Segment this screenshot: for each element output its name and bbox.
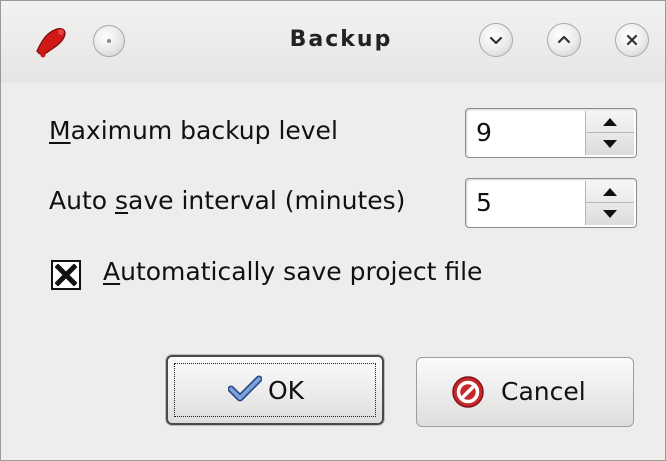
autosave-label-pre: Auto: [49, 186, 115, 215]
max-backup-decrement-button[interactable]: [586, 133, 634, 155]
max-backup-value[interactable]: 9: [476, 118, 492, 147]
cancel-icon: [452, 376, 484, 408]
chevron-down-icon: [489, 36, 503, 45]
max-backup-label: Maximum backup level: [49, 116, 338, 145]
autosave-label-post: ave interval (minutes): [128, 186, 406, 215]
ok-label: OK: [268, 376, 305, 405]
autosave-project-checkbox[interactable]: [51, 260, 81, 290]
chevron-up-icon: [557, 35, 571, 44]
autosave-interval-stepper[interactable]: [585, 181, 634, 225]
autosave-project-label-text: utomatically save project file: [120, 257, 483, 286]
autosave-decrement-button[interactable]: [586, 203, 634, 225]
arrow-down-icon: [603, 140, 617, 148]
ok-button[interactable]: OK: [166, 355, 384, 425]
autosave-project-label[interactable]: Automatically save project file: [103, 257, 482, 286]
autosave-interval-spinbox[interactable]: 5: [465, 178, 637, 228]
minimize-button[interactable]: [479, 23, 513, 57]
close-button[interactable]: [615, 23, 649, 57]
checked-x-icon: [55, 264, 77, 286]
maximize-button[interactable]: [547, 23, 581, 57]
arrow-down-icon: [603, 210, 617, 218]
backup-dialog: Backup Maximum backup level 9 Auto save …: [0, 0, 666, 461]
autosave-increment-button[interactable]: [586, 181, 634, 203]
arrow-up-icon: [603, 188, 617, 196]
autosave-interval-value[interactable]: 5: [476, 188, 492, 217]
title-bar[interactable]: Backup: [1, 1, 665, 83]
max-backup-stepper[interactable]: [585, 111, 634, 155]
arrow-up-icon: [603, 118, 617, 126]
close-icon: [626, 34, 638, 46]
max-backup-mnemonic: M: [49, 116, 71, 145]
checkmark-icon: [228, 375, 262, 402]
autosave-interval-label: Auto save interval (minutes): [49, 186, 405, 215]
max-backup-increment-button[interactable]: [586, 111, 634, 133]
window-menu-icon[interactable]: [93, 25, 125, 57]
autosave-project-mnemonic: A: [103, 257, 121, 286]
max-backup-spinbox[interactable]: 9: [465, 108, 637, 158]
max-backup-label-text: aximum backup level: [70, 116, 338, 145]
app-icon[interactable]: [31, 21, 71, 61]
cancel-button[interactable]: Cancel: [416, 357, 634, 427]
autosave-mnemonic: s: [115, 186, 129, 215]
window-title: Backup: [289, 27, 393, 52]
cancel-label: Cancel: [501, 377, 586, 406]
